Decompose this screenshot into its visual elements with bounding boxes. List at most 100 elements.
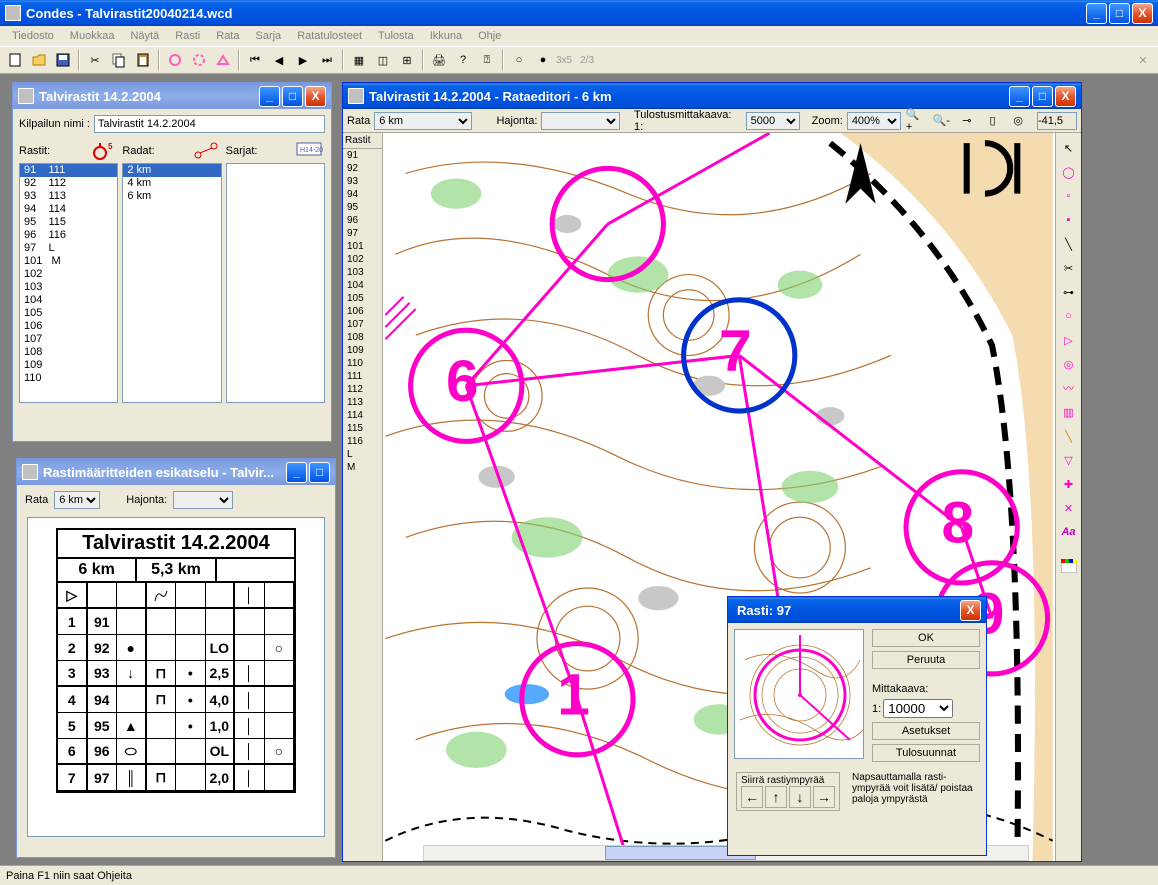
arrow-right-button[interactable]: →: [813, 786, 835, 808]
ruler-item[interactable]: 107: [343, 318, 382, 331]
menu-muokkaa[interactable]: Muokkaa: [62, 28, 123, 44]
context-help-icon[interactable]: ⍰: [476, 49, 498, 71]
editor-rata-select[interactable]: 6 km: [374, 112, 472, 130]
page-icon[interactable]: ▯: [982, 110, 1004, 132]
ruler-item[interactable]: 94: [343, 188, 382, 201]
pink-tool-1-icon[interactable]: [164, 49, 186, 71]
radat-item[interactable]: 6 km: [123, 190, 220, 203]
square2-tool-icon[interactable]: ▪: [1058, 209, 1080, 231]
x-tool-icon[interactable]: ✕: [1058, 497, 1080, 519]
scissors-tool-icon[interactable]: ✂: [1058, 257, 1080, 279]
triangle-tool-icon[interactable]: ▷: [1058, 329, 1080, 351]
ruler-item[interactable]: 95: [343, 201, 382, 214]
last-icon[interactable]: ⏭: [316, 49, 338, 71]
preview-titlebar[interactable]: Rastimääritteiden esikatselu - Talvir...…: [17, 459, 335, 485]
rasti-titlebar[interactable]: Rasti: 97 X: [728, 597, 986, 623]
text-tool-icon[interactable]: Aa: [1058, 521, 1080, 543]
rastit-item[interactable]: 102: [20, 268, 117, 281]
editor-zoom-select[interactable]: 400%: [847, 112, 901, 130]
target-icon[interactable]: ◎: [1007, 110, 1029, 132]
dot-tool-icon[interactable]: ●: [532, 49, 554, 71]
hatch-tool-icon[interactable]: ▥: [1058, 401, 1080, 423]
preview-hajonta-select[interactable]: [173, 491, 233, 509]
close-button[interactable]: X: [1132, 3, 1153, 24]
arrow-down-button[interactable]: ↓: [789, 786, 811, 808]
ruler-item[interactable]: 104: [343, 279, 382, 292]
ruler-item[interactable]: M: [343, 461, 382, 474]
menu-tulosta[interactable]: Tulosta: [370, 28, 422, 44]
ruler-item[interactable]: 105: [343, 292, 382, 305]
editor-hajonta-select[interactable]: [541, 112, 620, 130]
rastit-item[interactable]: 108: [20, 346, 117, 359]
rastit-listbox[interactable]: 91 11192 11293 11394 11495 11596 11697 L…: [19, 163, 118, 403]
rastit-item[interactable]: 93 113: [20, 190, 117, 203]
rastit-item[interactable]: 107: [20, 333, 117, 346]
radat-item[interactable]: 4 km: [123, 177, 220, 190]
arrow-up-button[interactable]: ↑: [765, 786, 787, 808]
arrow-left-button[interactable]: ←: [741, 786, 763, 808]
ruler-item[interactable]: L: [343, 448, 382, 461]
arrow-tool-icon[interactable]: ↖: [1058, 137, 1080, 159]
grid2-icon[interactable]: ◫: [372, 49, 394, 71]
zoom-in-icon[interactable]: 🔍+: [905, 110, 927, 132]
ruler-item[interactable]: 115: [343, 422, 382, 435]
line-tool-icon[interactable]: ╲: [1058, 233, 1080, 255]
grid3-icon[interactable]: ⊞: [396, 49, 418, 71]
first-icon[interactable]: ⏮: [244, 49, 266, 71]
dcircle-tool-icon[interactable]: ◎: [1058, 353, 1080, 375]
rastit-item[interactable]: 95 115: [20, 216, 117, 229]
firstaid-tool-icon[interactable]: ✚: [1058, 473, 1080, 495]
curve-tool-icon[interactable]: 〰: [1058, 377, 1080, 399]
ruler-item[interactable]: 116: [343, 435, 382, 448]
ruler-item[interactable]: 92: [343, 162, 382, 175]
menu-ratatulosteet[interactable]: Ratatulosteet: [289, 28, 370, 44]
rastit-item[interactable]: 91 111: [20, 164, 117, 177]
palette-tool-icon[interactable]: [1058, 555, 1080, 577]
editor-max-button[interactable]: □: [1032, 86, 1053, 107]
ruler-item[interactable]: 93: [343, 175, 382, 188]
help-icon[interactable]: ?: [452, 49, 474, 71]
rasti-cancel-button[interactable]: Peruuta: [872, 651, 980, 669]
cup-tool-icon[interactable]: ▽: [1058, 449, 1080, 471]
rastit-item[interactable]: 101 M: [20, 255, 117, 268]
ruler-item[interactable]: 101: [343, 240, 382, 253]
rasti-settings-button[interactable]: Asetukset: [872, 722, 980, 740]
circle-tool-icon[interactable]: ○: [508, 49, 530, 71]
preview-rata-select[interactable]: 6 km: [54, 491, 100, 509]
editor-min-button[interactable]: _: [1009, 86, 1030, 107]
minimize-button[interactable]: _: [1086, 3, 1107, 24]
rasti-directions-button[interactable]: Tulosuunnat: [872, 744, 980, 762]
zoom-out-icon[interactable]: 🔍-: [930, 110, 952, 132]
menu-rata[interactable]: Rata: [208, 28, 247, 44]
circle2-tool-icon[interactable]: ○: [1058, 305, 1080, 327]
ruler-item[interactable]: 91: [343, 149, 382, 162]
copy-icon[interactable]: [108, 49, 130, 71]
ruler-item[interactable]: 106: [343, 305, 382, 318]
radat-item[interactable]: 2 km: [123, 164, 220, 177]
ruler-item[interactable]: 109: [343, 344, 382, 357]
next-icon[interactable]: ▶: [292, 49, 314, 71]
paste-icon[interactable]: [132, 49, 154, 71]
editor-titlebar[interactable]: Talvirastit 14.2.2004 - Rataeditori - 6 …: [343, 83, 1081, 109]
ruler-item[interactable]: 110: [343, 357, 382, 370]
event-close-button[interactable]: X: [305, 86, 326, 107]
rasti-close-button[interactable]: X: [960, 600, 981, 621]
preview-max-button[interactable]: □: [309, 462, 330, 483]
ruler-item[interactable]: 96: [343, 214, 382, 227]
prev-icon[interactable]: ◀: [268, 49, 290, 71]
menu-rasti[interactable]: Rasti: [167, 28, 208, 44]
ruler-item[interactable]: 111: [343, 370, 382, 383]
delete-icon[interactable]: ✕: [1132, 49, 1154, 71]
rasti-ok-button[interactable]: OK: [872, 629, 980, 647]
rastit-item[interactable]: 110: [20, 372, 117, 385]
lock-icon[interactable]: ⊸: [956, 110, 978, 132]
rastit-item[interactable]: 103: [20, 281, 117, 294]
event-titlebar[interactable]: Talvirastit 14.2.2004 _ □ X: [13, 83, 331, 109]
rastit-item[interactable]: 92 112: [20, 177, 117, 190]
event-name-input[interactable]: [94, 115, 325, 133]
join-tool-icon[interactable]: ⊶: [1058, 281, 1080, 303]
rastit-item[interactable]: 104: [20, 294, 117, 307]
pink-tool-2-icon[interactable]: [188, 49, 210, 71]
save-icon[interactable]: [52, 49, 74, 71]
rastit-item[interactable]: 94 114: [20, 203, 117, 216]
